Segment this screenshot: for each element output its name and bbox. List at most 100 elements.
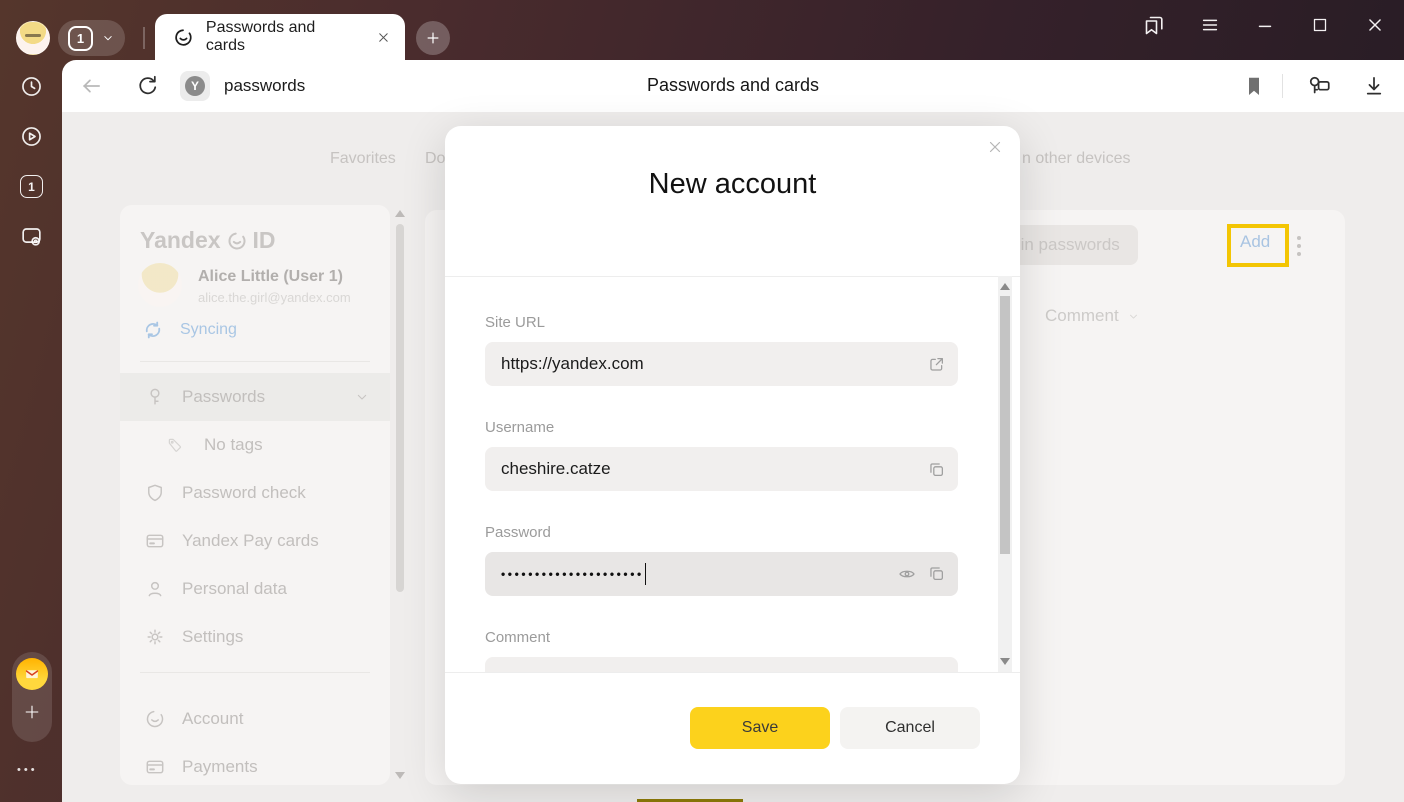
- side-panels-button[interactable]: [1141, 12, 1167, 38]
- sidebar-item-label: Password check: [182, 483, 306, 503]
- sidebar-item-payments[interactable]: Payments: [120, 743, 390, 785]
- sync-status[interactable]: Syncing: [180, 321, 237, 339]
- sidebar-scroll-up[interactable]: [395, 210, 405, 217]
- scroll-up-arrow[interactable]: [1000, 283, 1010, 290]
- nav-other-devices-partial[interactable]: n other devices: [1022, 150, 1131, 168]
- credit-card-icon: [144, 530, 166, 552]
- new-account-dialog: New account Site URL https://yandex.com …: [445, 126, 1020, 784]
- side-panels-icon: [1142, 13, 1166, 37]
- sidebar-item-personal-data[interactable]: Personal data: [120, 565, 390, 613]
- sidebar-item-no-tags[interactable]: No tags: [120, 421, 390, 469]
- passwords-manager-button[interactable]: [1306, 73, 1332, 99]
- eye-icon[interactable]: [897, 564, 917, 584]
- mail-icon: [22, 664, 42, 684]
- bookmark-button[interactable]: [1242, 74, 1266, 98]
- username-field[interactable]: cheshire.catze: [485, 447, 958, 491]
- sidebar-item-yandex-pay-cards[interactable]: Yandex Pay cards: [120, 517, 390, 565]
- tabbar-divider: [143, 27, 145, 49]
- sidebar-item-password-check[interactable]: Password check: [120, 469, 390, 517]
- save-button[interactable]: Save: [690, 707, 830, 749]
- add-panel-app-button[interactable]: [20, 700, 44, 724]
- dots-vertical-icon: [1297, 236, 1301, 240]
- dialog-scrollbar-thumb[interactable]: [1000, 296, 1010, 554]
- key-card-icon: [1306, 73, 1332, 99]
- minimize-icon: [1254, 14, 1276, 36]
- download-icon: [1361, 73, 1387, 99]
- nav-downloads-partial[interactable]: Do: [425, 150, 445, 168]
- username-value: cheshire.catze: [501, 459, 611, 479]
- more-menu-button[interactable]: [1297, 236, 1301, 256]
- password-value: •••••••••••••••••••••: [501, 567, 644, 581]
- external-link-icon[interactable]: [927, 355, 946, 374]
- chevron-down-icon: [354, 389, 370, 405]
- downloads-button[interactable]: [1361, 73, 1387, 99]
- tabs-count: 1: [28, 180, 35, 194]
- avatar: [16, 21, 50, 55]
- sidebar-scrollbar-thumb[interactable]: [396, 224, 404, 592]
- browser-window: 1 Passwords and cards 1: [0, 0, 1404, 802]
- toolbar-divider: [1282, 74, 1283, 98]
- sidebar-item-label: Passwords: [182, 387, 265, 407]
- menu-icon: [1199, 14, 1221, 36]
- tag-icon: [166, 436, 184, 454]
- tab-title: Passwords and cards: [206, 19, 358, 55]
- close-window-button[interactable]: [1362, 12, 1388, 38]
- scroll-down-arrow[interactable]: [1000, 658, 1010, 665]
- yandex-mail-app[interactable]: [16, 658, 48, 690]
- tabs-panel-button[interactable]: 1: [20, 175, 43, 198]
- player-button[interactable]: [19, 124, 44, 149]
- text-caret: [645, 563, 647, 585]
- sidebar-divider: [140, 672, 370, 673]
- close-icon: [986, 138, 1004, 156]
- dialog-footer-divider: [445, 672, 1020, 673]
- comment-label: Comment: [485, 629, 550, 646]
- yandex-id-smile-icon: [144, 708, 166, 730]
- sidebar-scroll-down[interactable]: [395, 772, 405, 779]
- nav-favorites[interactable]: Favorites: [330, 150, 396, 168]
- history-button[interactable]: [19, 74, 44, 99]
- sidebar-item-label: Yandex Pay cards: [182, 531, 319, 551]
- gear-icon: [144, 626, 166, 648]
- yandex-id-smile-icon: [226, 230, 248, 252]
- browser-menu-button[interactable]: [1197, 12, 1223, 38]
- play-icon: [19, 124, 44, 149]
- new-tab-button[interactable]: [416, 21, 450, 55]
- copy-icon[interactable]: [927, 564, 946, 583]
- profile-avatar[interactable]: [16, 21, 50, 55]
- rail-more-button[interactable]: •••: [17, 764, 38, 776]
- maximize-button[interactable]: [1307, 12, 1333, 38]
- dialog-scrollbar[interactable]: [998, 276, 1012, 672]
- sidebar-divider: [140, 361, 370, 362]
- cancel-button[interactable]: Cancel: [840, 707, 980, 749]
- column-header-comment[interactable]: Comment: [1045, 306, 1140, 326]
- person-icon: [144, 578, 166, 600]
- tab-group-control[interactable]: 1: [58, 20, 125, 56]
- password-field[interactable]: •••••••••••••••••••••: [485, 552, 958, 596]
- sidebar-item-passwords[interactable]: Passwords: [120, 373, 390, 421]
- browser-toolbar: Y passwords Passwords and cards: [62, 60, 1404, 112]
- comment-field[interactable]: [485, 657, 958, 672]
- key-icon: [144, 386, 166, 408]
- copy-icon[interactable]: [927, 460, 946, 479]
- screenshot-button[interactable]: [19, 224, 44, 249]
- bookmark-filled-icon: [1242, 74, 1266, 98]
- site-url-field[interactable]: https://yandex.com: [485, 342, 958, 386]
- screenshot-camera-icon: [19, 224, 44, 249]
- user-avatar: [138, 263, 182, 307]
- history-clock-icon: [19, 74, 44, 99]
- passwords-sidebar: Yandex ID Alice Little (User 1) alice.th…: [120, 205, 390, 785]
- site-url-label: Site URL: [485, 314, 545, 331]
- tab-group-count-badge: 1: [68, 26, 93, 51]
- sidebar-item-account[interactable]: Account: [120, 695, 390, 743]
- tab-passwords-and-cards[interactable]: Passwords and cards: [155, 14, 405, 60]
- add-button-highlight: [1227, 224, 1289, 267]
- dialog-close-button[interactable]: [986, 138, 1004, 156]
- site-url-value: https://yandex.com: [501, 354, 644, 374]
- minimize-button[interactable]: [1252, 12, 1278, 38]
- username-label: Username: [485, 419, 554, 436]
- sidebar-item-settings[interactable]: Settings: [120, 613, 390, 661]
- page-title: Passwords and cards: [62, 75, 1404, 96]
- password-label: Password: [485, 524, 551, 541]
- more-dots-icon: •••: [17, 764, 38, 776]
- tab-close-icon[interactable]: [376, 30, 391, 45]
